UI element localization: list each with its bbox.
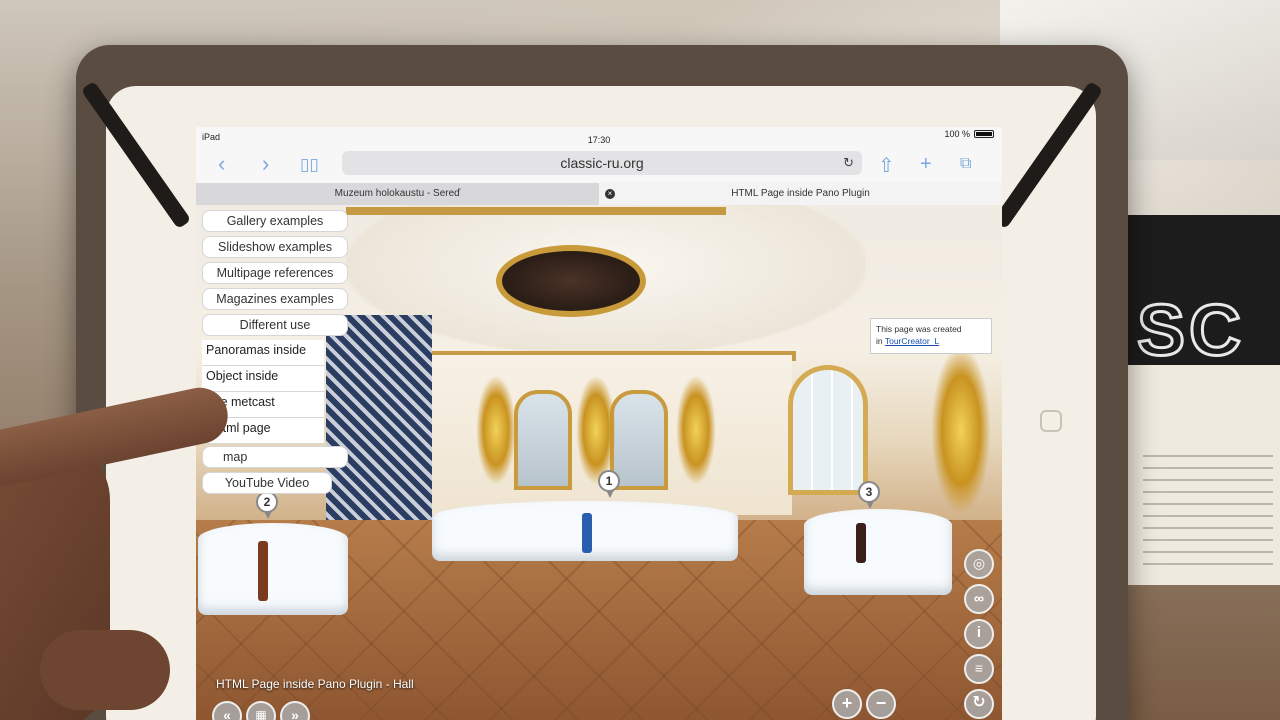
browser-toolbar: ‹ › ▯▯ classic-ru.org ↻ ⇧ + ⧉ [196, 147, 1002, 183]
zoom-out-button[interactable]: − [866, 689, 896, 719]
wall-sconce [576, 375, 616, 485]
menu-magazines-examples[interactable]: Magazines examples [202, 288, 348, 310]
table-left [198, 523, 348, 615]
share-icon[interactable]: ⇧ [878, 153, 895, 178]
tab-label: HTML Page inside Pano Plugin [731, 188, 870, 199]
plus-icon[interactable]: + [920, 153, 932, 176]
tabs-icon[interactable]: ⧉ [960, 155, 971, 173]
autorotate-icon[interactable]: ↻ [964, 689, 994, 719]
info-text: This page was created [876, 324, 962, 334]
menu-map[interactable]: map [202, 446, 348, 468]
info-box: This page was created in TourCreator_L [870, 318, 992, 354]
forward-icon[interactable]: › [262, 151, 269, 177]
hotspot-marker[interactable]: 3 [858, 481, 880, 509]
table-bow [856, 523, 866, 563]
info-icon[interactable]: i [964, 619, 994, 649]
battery-label: 100 % [944, 129, 970, 139]
menu-multipage-references[interactable]: Multipage references [202, 262, 348, 284]
arched-window [788, 365, 868, 495]
menu-youtube-video[interactable]: YouTube Video [202, 472, 332, 494]
tab-bar: Muzeum holokaustu - Sereď × HTML Page in… [196, 183, 1002, 205]
thumb [40, 630, 170, 710]
vr-glasses-icon[interactable]: ∞ [964, 584, 994, 614]
tab-museum[interactable]: Muzeum holokaustu - Sereď [196, 183, 599, 205]
back-icon[interactable]: ‹ [218, 151, 225, 177]
box-label [1143, 455, 1273, 565]
fullscreen-icon[interactable]: ◎ [964, 549, 994, 579]
box-brand-graphic: SC [1135, 290, 1246, 373]
ceiling-trim [346, 207, 726, 215]
info-prefix: in [876, 336, 883, 346]
menu-icon[interactable]: ≡ [964, 654, 994, 684]
wall-sconce [931, 345, 991, 515]
reload-icon[interactable]: ↻ [843, 151, 854, 175]
address-bar[interactable]: classic-ru.org ↻ [342, 151, 862, 175]
table-bow [258, 541, 268, 601]
battery-indicator: 100 % [944, 129, 994, 139]
menu-slideshow-examples[interactable]: Slideshow examples [202, 236, 348, 258]
home-button[interactable] [1040, 410, 1062, 432]
battery-icon [974, 130, 994, 138]
url-text: classic-ru.org [560, 155, 644, 171]
pano-menu: Gallery examples Slideshow examples Mult… [202, 210, 352, 498]
table-bow [582, 513, 592, 553]
status-bar: iPad 17:30 100 % [196, 127, 1002, 147]
tab-html-page[interactable]: × HTML Page inside Pano Plugin [599, 183, 1002, 205]
table-right [804, 509, 952, 595]
submenu-panoramas-inside[interactable]: Panoramas inside [202, 340, 324, 366]
menu-different-use[interactable]: Different use [202, 314, 348, 336]
mirror [514, 390, 572, 490]
ceiling-painting [496, 245, 646, 317]
tablet-screen: iPad 17:30 100 % ‹ › ▯▯ classic-ru.org ↻… [196, 127, 1002, 720]
menu-gallery-examples[interactable]: Gallery examples [202, 210, 348, 232]
wall-sconce [676, 375, 716, 485]
wall-sconce [476, 375, 516, 485]
box: SC [1125, 215, 1280, 585]
pano-caption: HTML Page inside Pano Plugin - Hall [216, 677, 414, 691]
info-line: in TourCreator_L [876, 335, 986, 347]
zoom-in-button[interactable]: + [832, 689, 862, 719]
book-icon[interactable]: ▯▯ [300, 155, 319, 175]
close-tab-icon[interactable]: × [605, 189, 615, 199]
hotspot-marker[interactable]: 1 [598, 470, 620, 498]
tab-label: Muzeum holokaustu - Sereď [334, 188, 461, 199]
submenu-object-inside[interactable]: Object inside [202, 366, 324, 392]
tourcreator-link[interactable]: TourCreator_L [885, 336, 939, 346]
clock: 17:30 [587, 135, 611, 145]
